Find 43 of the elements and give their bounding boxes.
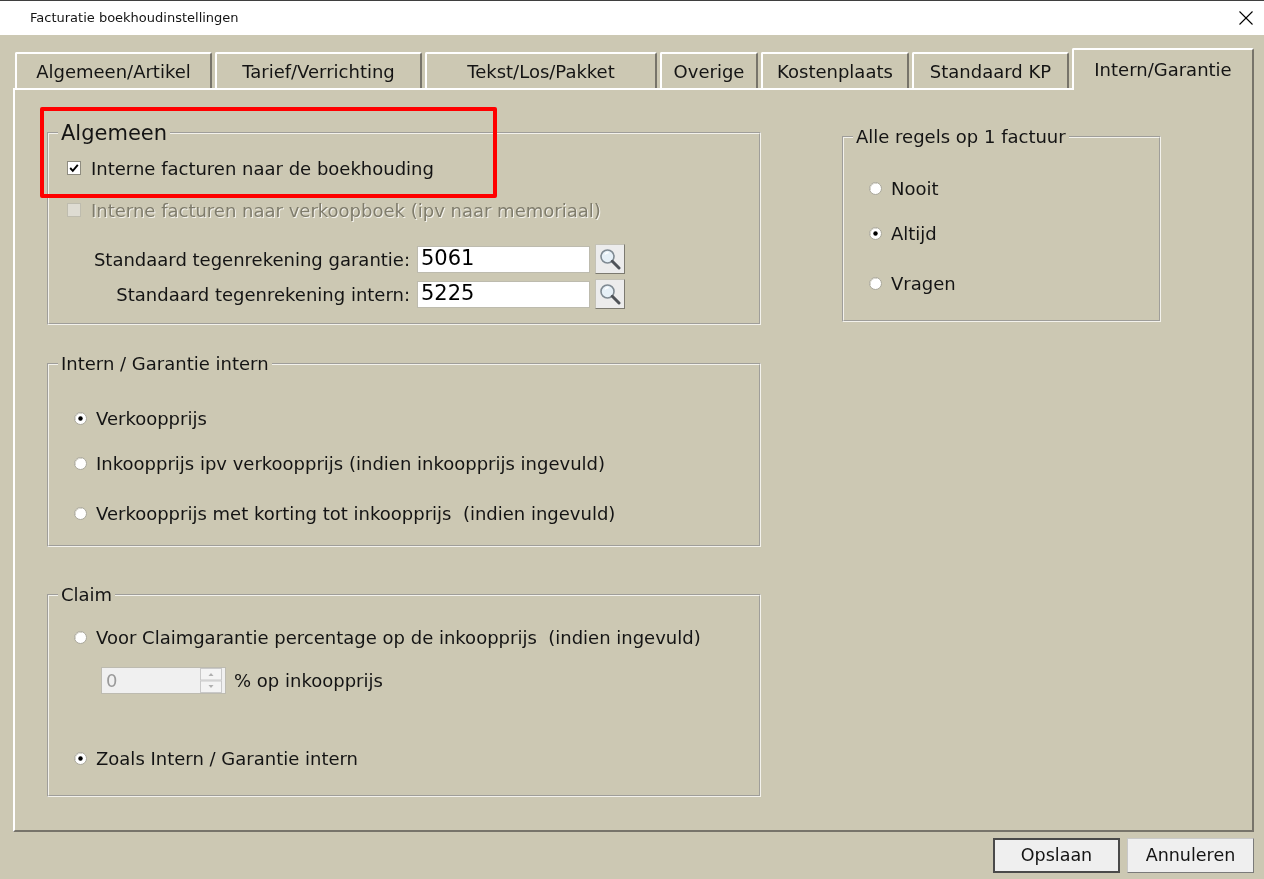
- radio-label: Verkoopprijs: [96, 406, 207, 431]
- unit-label: % op inkoopprijs: [234, 669, 383, 693]
- radio-button[interactable]: [869, 181, 882, 195]
- field-label: Standaard tegenrekening intern:: [115, 282, 410, 307]
- tab[interactable]: Intern/Garantie: [1072, 48, 1254, 90]
- radio-label: Zoals Intern / Garantie intern: [96, 746, 359, 771]
- group-title: Claim: [60, 584, 114, 606]
- radio-label: Inkoopprijs ipv verkoopprijs (indien inkoopprijs ingevuld): [96, 451, 606, 476]
- tab[interactable]: Tarief/Verrichting: [215, 52, 422, 88]
- radio-button[interactable]: [74, 506, 87, 520]
- search-button[interactable]: [595, 244, 625, 274]
- radio-label: Nooit: [891, 176, 939, 201]
- radio-label: Verkoopprijs met korting tot inkoopprijs (indien ingevuld): [96, 501, 616, 526]
- radio-button[interactable]: [869, 226, 882, 240]
- dialog-button[interactable]: Opslaan: [993, 838, 1120, 873]
- window-title: Facturatie boekhoudinstellingen: [30, 9, 239, 28]
- field-label: Standaard tegenrekening garantie:: [92, 247, 410, 272]
- group-title: Alle regels op 1 factuur: [855, 126, 1067, 148]
- group-title: Algemeen: [60, 121, 169, 145]
- input-field[interactable]: 5061: [417, 245, 590, 273]
- checkbox-label: Interne facturen naar verkoopboek (ipv naar memoriaal): [91, 198, 601, 223]
- radio-label: Voor Claimgarantie percentage op de inkoopprijs (indien ingevuld): [96, 625, 701, 650]
- tab[interactable]: Overige: [660, 52, 758, 88]
- checkbox[interactable]: [67, 161, 81, 175]
- tab[interactable]: Algemeen/Artikel: [15, 52, 212, 88]
- tab[interactable]: Kostenplaats: [761, 52, 909, 88]
- search-button[interactable]: [595, 279, 625, 309]
- radio-label: Altijd: [891, 221, 937, 246]
- radio-button[interactable]: [74, 630, 87, 644]
- radio-label: Vragen: [891, 271, 956, 296]
- tab[interactable]: Tekst/Los/Pakket: [425, 52, 657, 88]
- radio-button[interactable]: [74, 456, 87, 470]
- search-icon: [599, 283, 621, 305]
- dialog-button[interactable]: Annuleren: [1127, 838, 1254, 873]
- radio-button[interactable]: [869, 276, 882, 290]
- radio-button[interactable]: [74, 751, 87, 765]
- checkbox-label: Interne facturen naar de boekhouding: [91, 156, 434, 181]
- close-icon: [1239, 11, 1253, 25]
- group-title: Intern / Garantie intern: [60, 353, 270, 375]
- tab[interactable]: Standaard KP: [912, 52, 1069, 88]
- input-field[interactable]: 5225: [417, 280, 590, 308]
- radio-button[interactable]: [74, 411, 87, 425]
- search-icon: [599, 248, 621, 270]
